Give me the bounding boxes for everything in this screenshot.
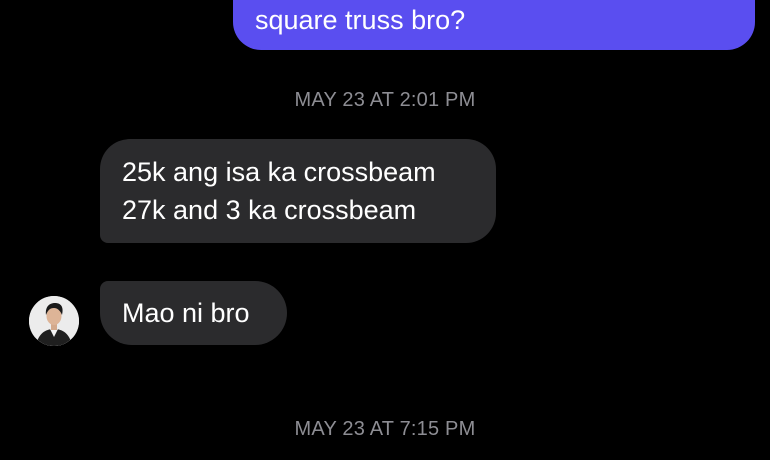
received-message-bubble[interactable]: Mao ni bro [100, 281, 287, 345]
received-message-line: 27k and 3 ka crossbeam [122, 195, 417, 225]
message-timestamp: MAY 23 AT 7:15 PM [294, 418, 476, 440]
received-message-line: Mao ni bro [122, 298, 250, 328]
message-timestamp: MAY 23 AT 2:01 PM [294, 89, 476, 111]
contact-avatar[interactable] [29, 296, 79, 346]
received-message-line: 25k ang isa ka crossbeam [122, 157, 436, 187]
sent-message-text: square truss bro? [255, 5, 466, 35]
received-message-bubble[interactable]: 25k ang isa ka crossbeam 27k and 3 ka cr… [100, 139, 496, 243]
sent-message-bubble[interactable]: square truss bro? [233, 0, 755, 50]
contact-avatar-photo [29, 296, 79, 346]
